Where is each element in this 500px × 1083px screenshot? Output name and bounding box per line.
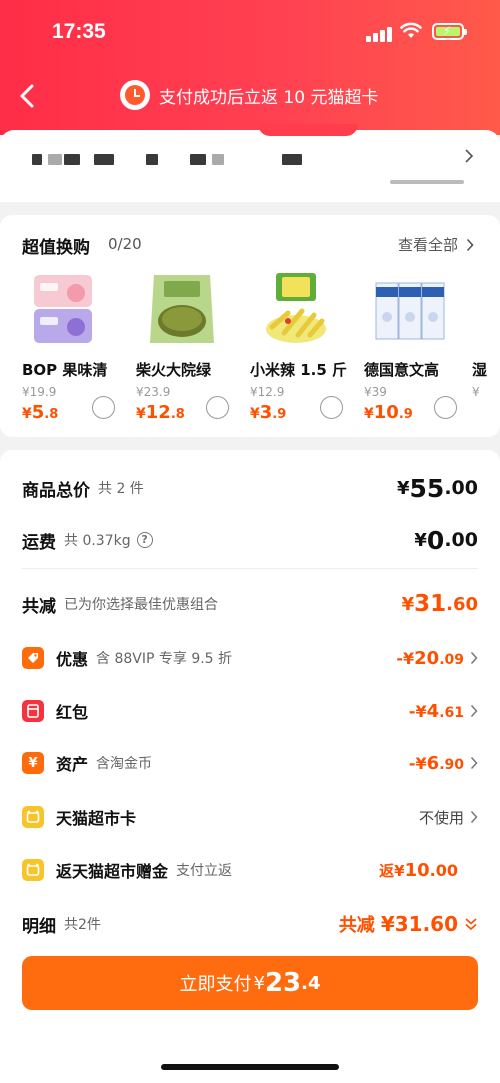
deal-item-name: 小米辣 1.5 斤 (250, 361, 348, 379)
assets-label: 资产 (56, 755, 89, 774)
deal-item-name: 德国意文高 (364, 361, 440, 379)
shipping-weight: 共 0.37kg (64, 533, 131, 549)
detail-label: 明细 (22, 916, 56, 937)
return-bonus-amount: 返¥10.00 (379, 859, 458, 881)
detail-count: 共2件 (64, 917, 101, 933)
deal-item-name: BOP 果味清 (22, 361, 108, 379)
goods-total-amount: ¥55.00 (397, 473, 478, 503)
double-chevron-down-icon (465, 918, 477, 931)
cashback-banner: 支付成功后立返 10 元猫超卡 (120, 78, 378, 112)
back-icon[interactable] (14, 80, 42, 112)
product-image-bop (34, 275, 92, 343)
red-packet-icon (22, 700, 44, 722)
pay-amount-dec: .4 (301, 972, 321, 994)
tmall-card-row[interactable]: 天猫超市卡 不使用 (22, 802, 478, 832)
coupon-amount: -¥20.09 (396, 647, 464, 669)
deal-item[interactable]: 柴火大院绿 ¥23.9 ¥12.8 (132, 273, 244, 433)
return-bonus-label: 返天猫超市赠金 (56, 862, 169, 881)
deal-item[interactable]: 小米辣 1.5 斤 ¥12.9 ¥3.9 (246, 273, 358, 433)
product-image-pickled-peppers (266, 273, 326, 343)
return-bonus-row: 返天猫超市赠金 支付立返 返¥10.00 (22, 855, 478, 885)
chevron-right-icon (470, 810, 478, 824)
address-chevron-right-icon (465, 149, 474, 163)
shipping-row: 运费 共 0.37kg ? ¥0.00 (22, 524, 478, 556)
chevron-right-icon (466, 238, 474, 251)
battery-icon: ⚡ (432, 23, 467, 40)
deal-item-name: 柴火大院绿 (136, 361, 212, 379)
deal-item-original-price: ¥12.9 (250, 385, 285, 399)
deal-item-original-price: ¥19.9 (22, 385, 57, 399)
view-all-link[interactable]: 查看全部 (398, 234, 474, 255)
red-packet-row[interactable]: 红包 -¥4.61 (22, 696, 478, 726)
alarm-clock-icon (120, 80, 150, 110)
assets-amount: -¥6.90 (408, 752, 464, 774)
total-discount-note: 已为你选择最佳优惠组合 (64, 597, 218, 613)
deal-item[interactable]: 德国意文高 ¥39 ¥10.9 (360, 273, 472, 433)
cashback-banner-text: 支付成功后立返 10 元猫超卡 (159, 87, 379, 108)
chevron-right-icon (470, 704, 478, 718)
deal-item[interactable]: BOP 果味清 ¥19.9 ¥5.8 (18, 273, 130, 433)
red-packet-label: 红包 (56, 703, 89, 722)
status-bar: 17:35 ⚡ (0, 0, 500, 62)
signal-icon (366, 26, 392, 42)
exchange-deals-section: 超值换购 0/20 查看全部 BOP 果味清 ¥19.9 ¥5.8 柴火大院绿 … (0, 215, 500, 437)
detail-discount-amount: ¥31.60 (380, 912, 458, 936)
total-discount-row: 共减 已为你选择最佳优惠组合 ¥31.60 (22, 588, 478, 620)
deal-item-price: ¥12.8 (136, 402, 185, 423)
goods-total-row: 商品总价 共 2 件 ¥55.00 (22, 472, 478, 504)
address-card[interactable] (0, 124, 500, 202)
pay-amount-int: 23 (264, 968, 302, 998)
help-icon[interactable]: ? (136, 532, 153, 548)
header: 17:35 ⚡ 支付成功后立返 10 元猫超卡 (0, 0, 500, 135)
tmall-card-value: 不使用 (418, 808, 464, 827)
detail-discount-label: 共减 (338, 915, 375, 936)
wifi-icon (400, 22, 422, 38)
tmall-cat-icon (22, 806, 44, 828)
coupon-label: 优惠 (56, 650, 89, 669)
deal-item-original-price: ¥23.9 (136, 385, 171, 399)
product-image-milk-boxes (375, 282, 445, 340)
deal-item-original-price: ¥ (472, 385, 480, 399)
shipping-amount: ¥0.00 (414, 525, 478, 555)
deal-item-price: ¥5.8 (22, 402, 59, 423)
detail-row[interactable]: 明细 共2件 共减 ¥31.60 (22, 908, 478, 940)
deal-item-name: 湿 (472, 361, 488, 379)
pay-now-button[interactable]: 立即支付 ¥ 23 .4 (22, 956, 478, 1010)
assets-row[interactable]: ¥ 资产 含淘金币 -¥6.90 (22, 748, 478, 778)
deal-item-select-radio[interactable] (320, 396, 343, 419)
shipping-label: 运费 (22, 532, 56, 553)
tmall-cat-icon (22, 859, 44, 881)
deal-items-list: BOP 果味清 ¥19.9 ¥5.8 柴火大院绿 ¥23.9 ¥12.8 小米辣… (18, 273, 500, 433)
status-time: 17:35 (52, 20, 106, 43)
pay-amount-symbol: ¥ (253, 972, 265, 994)
goods-total-count: 共 2 件 (98, 481, 144, 497)
deals-title: 超值换购 (22, 238, 90, 258)
pay-now-label: 立即支付 (179, 974, 252, 995)
deal-item-price: ¥10.9 (364, 402, 413, 423)
total-discount-amount: ¥31.60 (401, 591, 478, 617)
chevron-right-icon (470, 651, 478, 665)
total-discount-label: 共减 (22, 596, 56, 617)
yen-icon: ¥ (22, 752, 44, 774)
deal-item-select-radio[interactable] (434, 396, 457, 419)
coupon-note: 含 88VIP 专享 9.5 折 (96, 651, 233, 667)
home-indicator (161, 1064, 339, 1070)
tmall-card-label: 天猫超市卡 (56, 809, 137, 828)
deal-item-select-radio[interactable] (206, 396, 229, 419)
product-image-mung-beans (150, 275, 214, 343)
coupon-tag-icon (22, 647, 44, 669)
coupon-row[interactable]: 优惠 含 88VIP 专享 9.5 折 -¥20.09 (22, 643, 478, 673)
deal-item-select-radio[interactable] (92, 396, 115, 419)
deal-item-price: ¥3.9 (250, 402, 287, 423)
chevron-right-icon (470, 756, 478, 770)
red-packet-amount: -¥4.61 (408, 700, 464, 722)
divider (22, 568, 478, 569)
goods-total-label: 商品总价 (22, 480, 90, 501)
deal-item[interactable]: 湿 ¥ (472, 273, 500, 433)
deal-item-original-price: ¥39 (364, 385, 387, 399)
assets-note: 含淘金币 (96, 756, 153, 772)
view-all-label: 查看全部 (397, 236, 458, 254)
deals-count: 0/20 (108, 235, 142, 253)
return-bonus-note: 支付立返 (176, 863, 233, 879)
